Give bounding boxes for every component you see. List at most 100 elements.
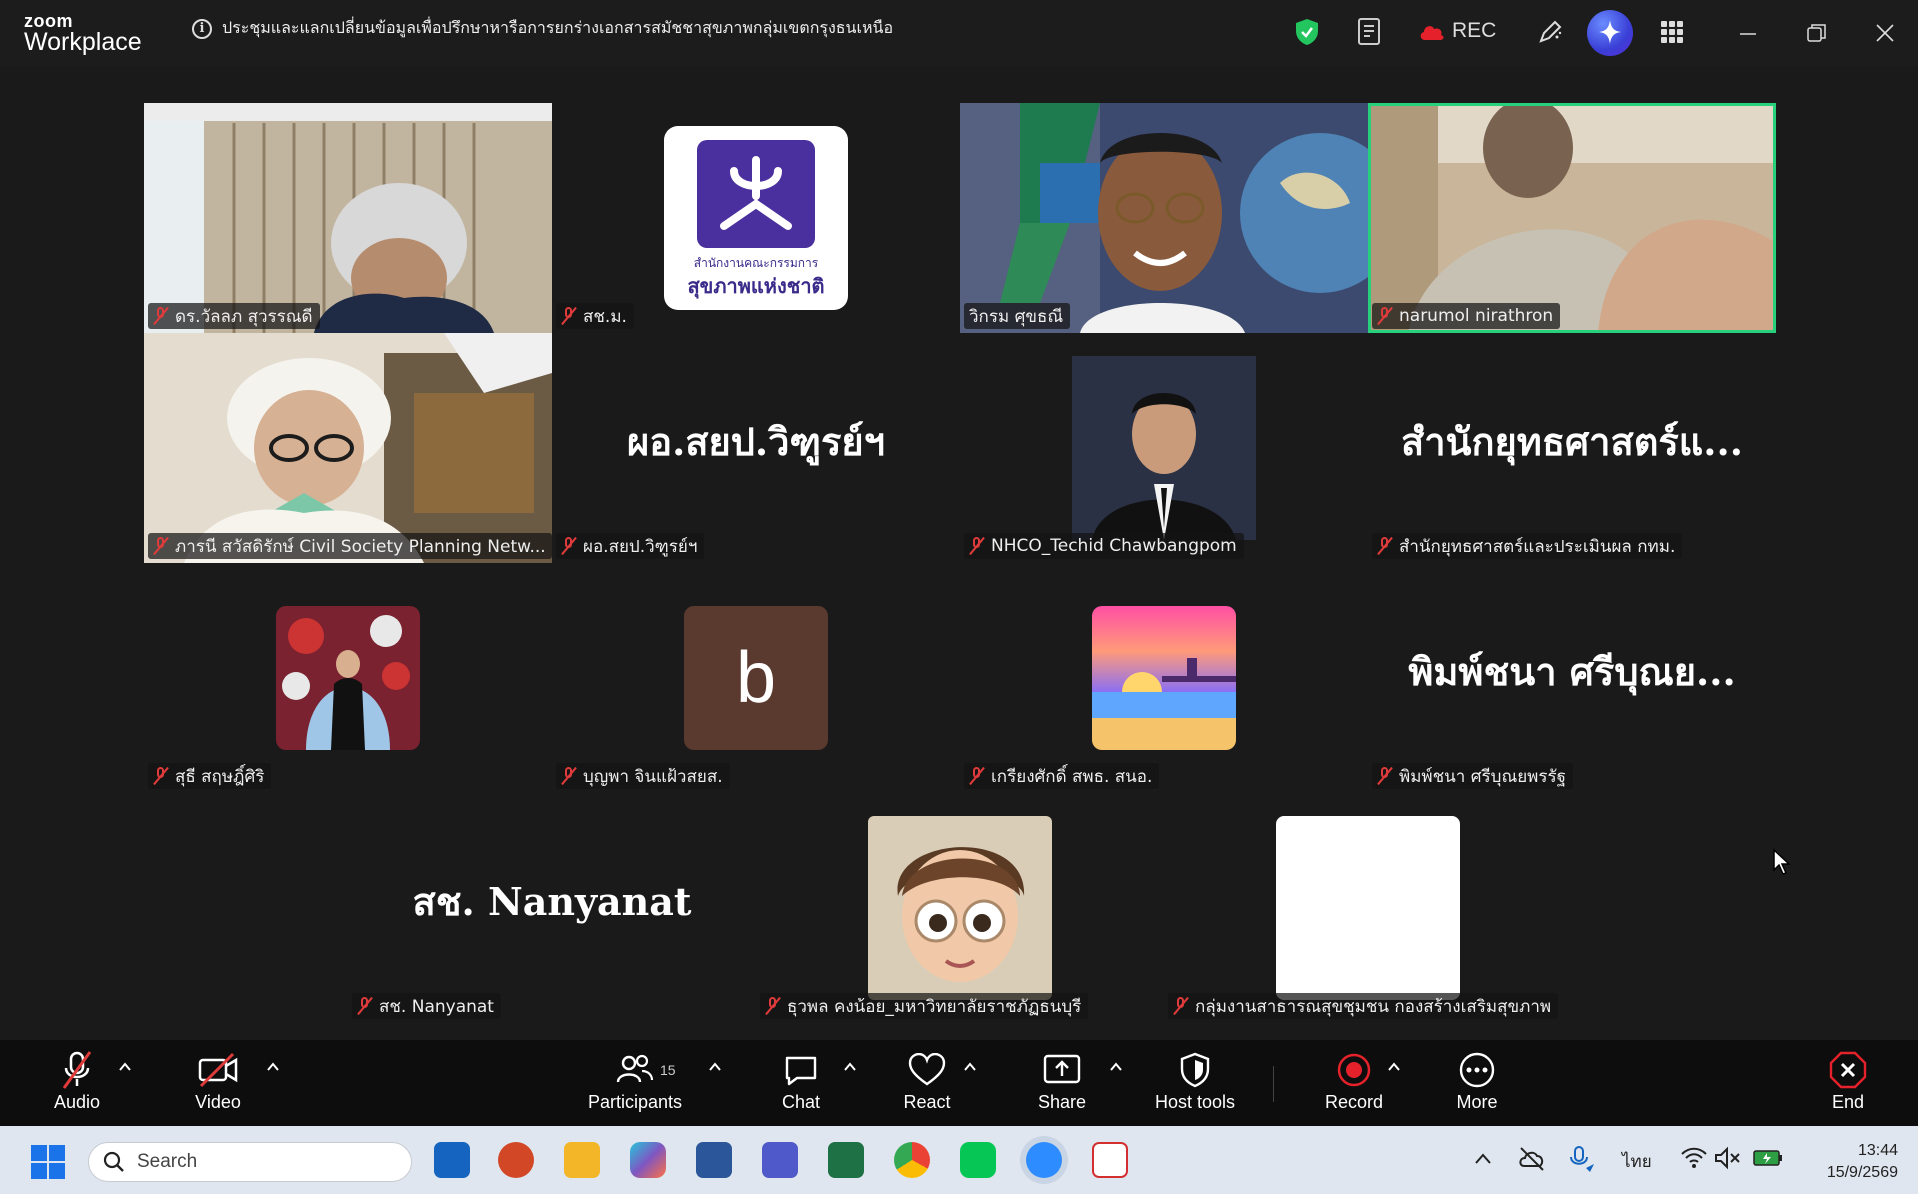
participant-video (144, 103, 552, 333)
muted-mic-icon (1377, 307, 1393, 325)
system-clock[interactable]: 13:44 15/9/2569 (1827, 1140, 1898, 1184)
participant-name-tag: ธุวพล คงน้อย_มหาวิทยาลัยราชภัฏธนบุรี (760, 993, 1089, 1019)
notes-icon[interactable] (1356, 17, 1384, 47)
participant-display-name: พิมพ์ชนา ศรีบุณย... (1408, 649, 1736, 694)
end-meeting-button[interactable]: End (1826, 1050, 1870, 1113)
muted-mic-icon (969, 537, 985, 555)
more-button[interactable]: More (1452, 1050, 1502, 1113)
participant-name-tag: ดร.วัลลภ สุวรรณดี (148, 303, 320, 329)
word-app-icon[interactable] (696, 1142, 732, 1178)
rec-label[interactable]: REC (1452, 19, 1496, 43)
audio-options-chevron-icon[interactable] (118, 1060, 132, 1074)
microphone-in-use-icon[interactable] (1566, 1144, 1596, 1174)
outlook-app-icon[interactable] (434, 1142, 470, 1178)
participant-tile[interactable]: กลุ่มงานสาธารณสุขชุมชน กองสร้างเสริมสุขภ… (1164, 793, 1572, 1023)
participants-button[interactable]: Participants (580, 1050, 690, 1113)
muted-mic-icon (561, 307, 577, 325)
participant-tile[interactable]: ดร.วัลลภ สุวรรณดี (144, 103, 552, 333)
annotate-icon[interactable] (1536, 18, 1564, 46)
muted-mic-icon (153, 767, 169, 785)
show-hidden-icons-chevron-icon[interactable] (1474, 1152, 1492, 1166)
participant-tile[interactable]: พิมพ์ชนา ศรีบุณย... พิมพ์ชนา ศรีบุณยพรรั… (1368, 563, 1776, 793)
participant-name-tag: ภารนี สวัสดิรักษ์ Civil Society Planning… (148, 533, 552, 559)
video-options-chevron-icon[interactable] (266, 1060, 280, 1074)
host-tools-button[interactable]: Host tools (1148, 1050, 1242, 1113)
search-icon (103, 1151, 124, 1172)
speaker-muted-icon[interactable] (1714, 1146, 1742, 1170)
letter-avatar: b (684, 606, 828, 750)
video-off-icon (198, 1052, 238, 1088)
participant-tile[interactable]: สำนักยุทธศาสตร์แ... สำนักยุทธศาสตร์และปร… (1368, 333, 1776, 563)
participant-tile[interactable]: ภารนี สวัสดิรักษ์ Civil Society Planning… (144, 333, 552, 563)
teams-app-icon[interactable] (762, 1142, 798, 1178)
react-options-chevron-icon[interactable] (963, 1060, 977, 1074)
participant-name-tag: narumol nirathron (1372, 303, 1561, 329)
close-icon[interactable] (1874, 22, 1896, 44)
minimize-icon[interactable] (1738, 24, 1758, 44)
muted-microphone-icon (62, 1051, 92, 1089)
excel-app-icon[interactable] (828, 1142, 864, 1178)
record-button[interactable]: Record (1322, 1050, 1386, 1113)
participant-display-name: สำนักยุทธศาสตร์แ... (1401, 419, 1743, 464)
taskbar-search-box[interactable]: Search (88, 1142, 412, 1182)
muted-mic-icon (561, 767, 577, 785)
react-button[interactable]: React (898, 1050, 956, 1113)
battery-charging-icon[interactable] (1752, 1146, 1784, 1170)
search-placeholder: Search (137, 1151, 198, 1172)
powerpoint-app-icon[interactable] (498, 1142, 534, 1178)
audio-button[interactable]: Audio (46, 1050, 108, 1113)
line-app-icon[interactable] (960, 1142, 996, 1178)
participant-tile[interactable]: วิกรม ศุขธณี (960, 103, 1368, 333)
participant-tile[interactable]: NHCO_Techid Chawbangpom (960, 333, 1368, 563)
apps-grid-icon[interactable] (1660, 20, 1684, 44)
chat-button[interactable]: Chat (776, 1050, 826, 1113)
participants-count: 15 (660, 1062, 676, 1078)
meeting-info-icon[interactable]: i (192, 18, 212, 39)
nhco-logo: สำนักงานคณะกรรมการ สุขภาพแห่งชาติ (664, 126, 848, 310)
participant-photo-image (868, 816, 1052, 1000)
input-language-indicator[interactable]: ไทย (1622, 1148, 1652, 1175)
sparkle-icon (1599, 20, 1621, 44)
share-options-chevron-icon[interactable] (1109, 1060, 1123, 1074)
participant-name-tag: วิกรม ศุขธณี (964, 303, 1071, 329)
participant-photo (1072, 356, 1256, 540)
share-button[interactable]: Share (1034, 1050, 1090, 1113)
participant-tile[interactable]: เกรียงศักดิ์ สพธ. สนอ. (960, 563, 1368, 793)
participant-tile[interactable]: สช. Nanyanat สช. Nanyanat (348, 793, 756, 1023)
zoom-workplace-logo: zoom Workplace (24, 12, 142, 55)
participants-options-chevron-icon[interactable] (708, 1060, 722, 1074)
muted-mic-icon (1377, 767, 1393, 785)
participant-tile[interactable]: b บุญพา จินแฝ้วสยส. (552, 563, 960, 793)
onedrive-offline-icon[interactable] (1518, 1146, 1546, 1172)
ai-companion-button[interactable] (1587, 10, 1633, 56)
wifi-icon[interactable] (1680, 1146, 1708, 1170)
copilot-app-icon[interactable] (630, 1142, 666, 1178)
muted-mic-icon (969, 767, 985, 785)
participant-name-tag: เกรียงศักดิ์ สพธ. สนอ. (964, 763, 1160, 789)
participant-photo (1092, 606, 1236, 750)
participant-tile[interactable]: ธุวพล คงน้อย_มหาวิทยาลัยราชภัฏธนบุรี (756, 793, 1164, 1023)
participant-blank-avatar (1276, 816, 1460, 1000)
participant-tile[interactable]: ผอ.สยป.วิฑูรย์ฯ ผอ.สยป.วิฑูรย์ฯ (552, 333, 960, 563)
zoom-app-icon[interactable] (1026, 1142, 1062, 1178)
windows-start-icon[interactable] (30, 1144, 66, 1180)
cloud-recording-icon[interactable] (1418, 20, 1446, 42)
participant-tile[interactable]: สุธี สฤษฎิ์ศิริ (144, 563, 552, 793)
record-options-chevron-icon[interactable] (1387, 1060, 1401, 1074)
record-icon (1337, 1053, 1371, 1087)
muted-mic-icon (153, 537, 169, 555)
file-explorer-app-icon[interactable] (564, 1142, 600, 1178)
participant-photo-image (1072, 356, 1256, 540)
participant-photo (868, 816, 1052, 1000)
participant-photo-image (1092, 606, 1236, 750)
participant-name-tag: สุธี สฤษฎิ์ศิริ (148, 763, 272, 789)
acrobat-app-icon[interactable] (1092, 1142, 1128, 1178)
restore-icon[interactable] (1806, 22, 1828, 44)
logo-bottom-text: Workplace (24, 28, 142, 56)
participant-tile[interactable]: สำนักงานคณะกรรมการ สุขภาพแห่งชาติ สช.ม. (552, 103, 960, 333)
chat-options-chevron-icon[interactable] (843, 1060, 857, 1074)
encryption-shield-icon[interactable] (1294, 18, 1320, 46)
video-button[interactable]: Video (186, 1050, 250, 1113)
chrome-app-icon[interactable] (894, 1142, 930, 1178)
participant-tile-active-speaker[interactable]: narumol nirathron (1368, 103, 1776, 333)
